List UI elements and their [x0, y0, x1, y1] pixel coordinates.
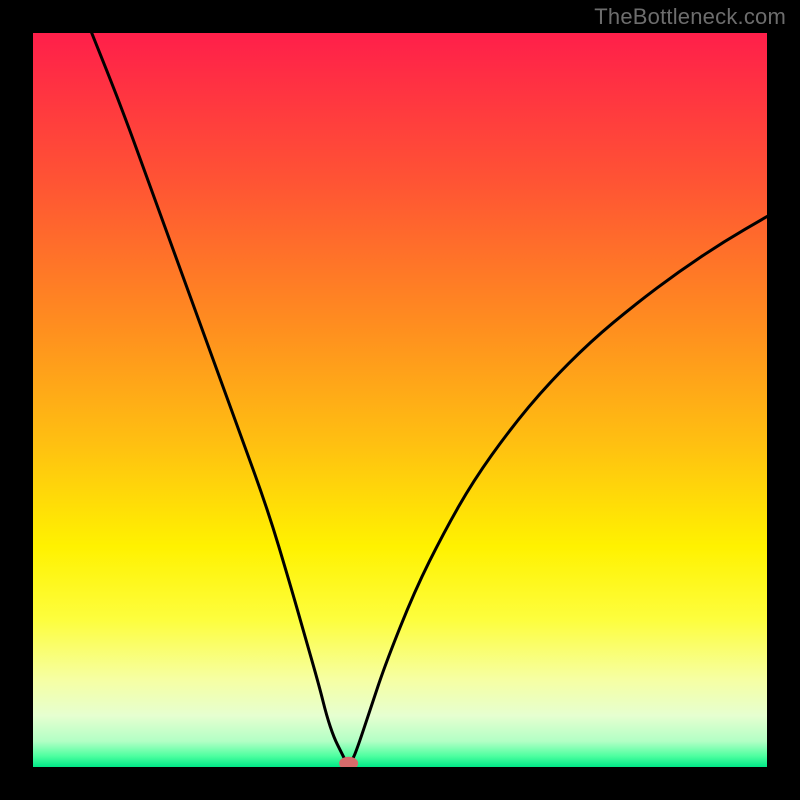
gradient-background — [33, 33, 767, 767]
chart-frame: TheBottleneck.com — [0, 0, 800, 800]
plot-area — [33, 33, 767, 767]
bottleneck-chart — [33, 33, 767, 767]
watermark-text: TheBottleneck.com — [594, 4, 786, 30]
